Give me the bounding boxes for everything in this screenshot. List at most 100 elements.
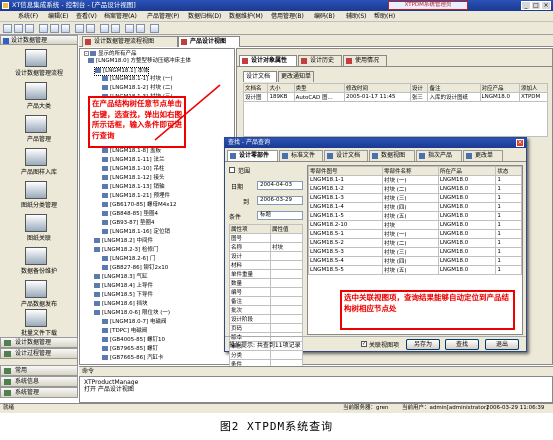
menu-product[interactable]: 产品管理(P) xyxy=(147,11,179,22)
tree-node[interactable]: [LNGM18.0-6] 限位块 (一) xyxy=(94,310,170,317)
drawing-link-icon[interactable] xyxy=(25,214,47,232)
left-panel-header[interactable]: 设计数据管理 xyxy=(0,35,78,45)
cut-icon[interactable] xyxy=(39,24,48,33)
column-header[interactable]: 文档名 xyxy=(242,83,269,93)
menu-help[interactable]: 帮助(H) xyxy=(374,11,395,22)
tree-node[interactable]: [LNGM18.1-16] 定位销 xyxy=(102,229,170,236)
nav-item-product-category[interactable]: 产品大类 xyxy=(0,101,78,110)
menu-system[interactable]: 系统(F) xyxy=(18,11,38,22)
tree-node[interactable]: [LNGM18.0] 方整型移动压缩冲床主体 xyxy=(88,58,191,65)
attribute-row[interactable]: 备注 xyxy=(229,296,303,306)
menu-archiving[interactable]: 数据归档(D) xyxy=(188,11,221,22)
attribute-row[interactable]: 图号 xyxy=(229,233,303,243)
tree-node[interactable]: [LNGM18.2-3] 检修门 xyxy=(94,247,158,254)
nav-item-backup[interactable]: 数据备份维护 xyxy=(0,266,78,275)
linked-view-checkbox[interactable]: ✓ xyxy=(361,341,367,347)
column-header[interactable]: 修改时间 xyxy=(343,83,411,93)
tree-node[interactable]: [LNGM18.1-10] 吊柱 xyxy=(102,166,164,173)
menu-view[interactable]: 查看(V) xyxy=(76,11,97,22)
result-row[interactable]: LNGM18.5-5 衬块 (五) LNGM18.0 1 xyxy=(308,265,522,275)
attribute-row[interactable]: 批次 xyxy=(229,305,303,315)
tree-node[interactable]: [LNGM18.2-6] 门 xyxy=(102,256,155,263)
tab-workflow-view[interactable]: 设计数据管理流程视图 xyxy=(82,36,178,47)
date-to-field[interactable]: 2006-03-29 xyxy=(257,196,303,205)
attribute-row[interactable]: 材料 xyxy=(229,260,303,270)
tab-design-object[interactable]: 设计对象属性 xyxy=(239,55,297,66)
menu-maintenance[interactable]: 数据维护(M) xyxy=(229,11,263,22)
dialog-tab-documents[interactable]: 设计文档 xyxy=(324,150,368,161)
drawing-import-icon[interactable] xyxy=(25,148,47,166)
workflow-icon[interactable] xyxy=(25,49,47,67)
subtab-design-doc[interactable]: 设计文档 xyxy=(243,71,277,82)
tree-node[interactable]: [GB7665-86] 汽缸卡 xyxy=(102,355,164,362)
backup-icon[interactable] xyxy=(25,247,47,265)
attribute-row[interactable]: 编号 xyxy=(229,287,303,297)
menu-borrow[interactable]: 借用管理(B) xyxy=(271,11,304,22)
dialog-close-button[interactable]: × xyxy=(516,139,524,147)
search-button[interactable]: 查找 xyxy=(445,339,479,350)
nav-item-drawing-link[interactable]: 图纸关联 xyxy=(0,233,78,242)
column-header[interactable]: 零部件图号 xyxy=(308,166,383,176)
tree-node[interactable]: [LNGM18.2] 中间件 xyxy=(94,238,153,245)
help-icon[interactable] xyxy=(150,24,159,33)
menu-aux[interactable]: 辅助(S) xyxy=(346,11,367,22)
product-manage-icon[interactable] xyxy=(25,115,47,133)
date-from-field[interactable]: 2004-04-03 xyxy=(257,181,303,190)
tab-usage[interactable]: 使用情况 xyxy=(343,55,387,66)
tree-node[interactable]: [TDPC] 电磁阀 xyxy=(102,328,147,335)
result-row[interactable]: LNGM18.2-10 衬块 LNGM18.0 1 xyxy=(308,220,522,230)
properties-icon[interactable] xyxy=(111,24,120,33)
column-header[interactable]: 备注 xyxy=(427,83,481,93)
column-header[interactable]: 类型 xyxy=(293,83,345,93)
attribute-row[interactable]: 设计 xyxy=(229,251,303,261)
nav-item-workflow[interactable]: 设计数据管理流程 xyxy=(0,68,78,77)
dialog-tab-dataview[interactable]: 数据视图 xyxy=(369,150,415,161)
dialog-tab-change[interactable]: 更改单 xyxy=(463,150,503,161)
attribute-row[interactable]: 页码 xyxy=(229,323,303,333)
nav-item-publish[interactable]: 产品数据发布 xyxy=(0,299,78,308)
result-row[interactable]: LNGM18.1-3 衬块 (三) LNGM18.0 1 xyxy=(308,193,522,203)
nav-item-product-manage[interactable]: 产品管理 xyxy=(0,134,78,143)
menu-archive[interactable]: 档案管理(A) xyxy=(104,11,137,22)
subtab-change-notice[interactable]: 更改通知单 xyxy=(278,71,314,82)
tree-node[interactable]: [GB6170-85] 螺母M4x12 xyxy=(102,202,177,209)
tree-node[interactable]: [LNGM18.1-11] 法兰 xyxy=(102,157,164,164)
tree-node[interactable]: [LNGM18.0-7] 电磁阀 xyxy=(102,319,166,326)
left-bottom-sysinfo[interactable]: 系统信息 xyxy=(0,376,78,387)
download-icon[interactable] xyxy=(25,309,47,327)
tree-node[interactable]: [LNGM18.1-12] 接头 xyxy=(102,175,164,182)
attribute-row[interactable]: 数量 xyxy=(229,278,303,288)
column-header[interactable]: 所在产品 xyxy=(437,166,497,176)
tree-root[interactable]: - 显示的所有产品 xyxy=(84,51,137,58)
column-header[interactable]: 对应产品 xyxy=(479,83,520,93)
exit-button[interactable]: 退出 xyxy=(485,339,519,350)
result-row[interactable]: LNGM18.1-5 衬块 (五) LNGM18.0 1 xyxy=(308,211,522,221)
dialog-tab-batch[interactable]: 指次产品 xyxy=(416,150,462,161)
print-icon[interactable] xyxy=(75,24,84,33)
result-row[interactable]: LNGM18.5-4 衬块 (四) LNGM18.0 1 xyxy=(308,256,522,266)
nav-item-drawing-category[interactable]: 图纸分类管理 xyxy=(0,200,78,209)
column-header[interactable]: 状态 xyxy=(495,166,522,176)
tree-node[interactable]: [LNGM18.5] 下导件 xyxy=(94,292,153,299)
condition-select[interactable]: 标题 xyxy=(257,211,303,220)
column-header[interactable]: 设计 xyxy=(409,83,429,93)
minimize-button[interactable]: _ xyxy=(521,1,531,10)
command-console[interactable]: XTProductManage 打开 产品设计视图 xyxy=(79,376,553,403)
tab-product-design-view[interactable]: 产品设计视图 xyxy=(178,36,240,47)
refresh-icon[interactable] xyxy=(100,24,109,33)
result-row[interactable]: LNGM18.1-4 衬块 (四) LNGM18.0 1 xyxy=(308,202,522,212)
publish-icon[interactable] xyxy=(25,280,47,298)
tab-design-history[interactable]: 设计历史 xyxy=(298,55,342,66)
list-icon[interactable] xyxy=(136,24,145,33)
column-header[interactable]: 大小 xyxy=(267,83,295,93)
save-as-button[interactable]: 另存为 xyxy=(406,339,440,350)
menu-code[interactable]: 编码(B) xyxy=(314,11,335,22)
result-row[interactable]: LNGM18.5-2 衬块 (二) LNGM18.0 1 xyxy=(308,238,522,248)
nav-item-download[interactable]: 批量文件下载 xyxy=(0,328,78,337)
search-icon[interactable] xyxy=(86,24,95,33)
tree-node[interactable]: [GB827-86] 铆钉2x10 xyxy=(102,265,168,272)
tree-icon[interactable] xyxy=(125,24,134,33)
tree-node[interactable]: [LNGM18.3] 气缸 xyxy=(94,274,147,281)
drawing-category-icon[interactable] xyxy=(25,181,47,199)
left-bottom-design-process[interactable]: 设计过程管理 xyxy=(0,348,78,359)
